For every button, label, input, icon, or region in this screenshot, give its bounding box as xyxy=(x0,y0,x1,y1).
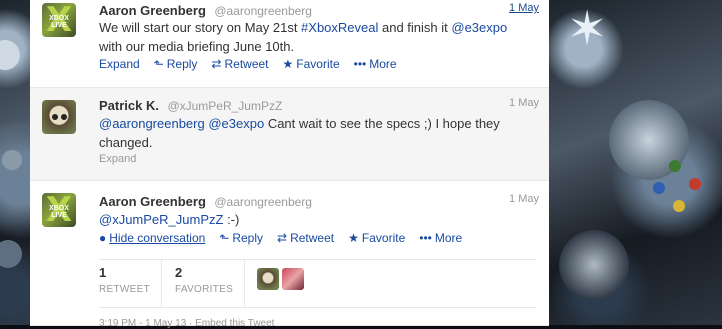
avatar[interactable]: X XBOX LIVE xyxy=(42,193,76,227)
more-label: More xyxy=(434,231,463,245)
favorite-button[interactable]: ★ Favorite xyxy=(283,57,340,71)
tweet[interactable]: X XBOX LIVE Aaron Greenberg @aarongreenb… xyxy=(30,0,549,88)
background-right: ✶ xyxy=(549,0,722,325)
tweet-actions: ● Hide conversation ⬑ Reply ⇄ Retweet ★ Favo… xyxy=(99,231,476,245)
favoriter-avatars xyxy=(257,268,304,290)
retweet-button[interactable]: ⇄ Retweet xyxy=(211,57,268,71)
hide-conversation-label: Hide conversation xyxy=(109,231,206,245)
text-fragment: We will start our story on May 21st xyxy=(99,20,302,35)
retweet-button[interactable]: ⇄ Retweet xyxy=(277,231,334,245)
fullname[interactable]: Aaron Greenberg xyxy=(99,194,206,209)
tweet-text: @xJumPeR_JumPzZ :-) xyxy=(99,210,519,229)
retweet-stat-label: RETWEET xyxy=(99,284,150,295)
tweet-header: Aaron Greenberg @aarongreenberg 1 May xyxy=(99,2,539,18)
background-orb xyxy=(559,230,629,300)
username[interactable]: @aarongreenberg xyxy=(214,195,312,209)
tweet-actions: Expand ⬑ Reply ⇄ Retweet ★ Favorite ••• More xyxy=(99,57,411,71)
timestamp[interactable]: 1 May xyxy=(509,193,539,205)
avatar-eye xyxy=(52,114,58,120)
favorite-label: Favorite xyxy=(361,231,406,245)
tweet-header: Aaron Greenberg @aarongreenberg 1 May xyxy=(99,193,539,209)
tweet-text: We will start our story on May 21st #Xbo… xyxy=(99,18,519,56)
reply-button[interactable]: ⬑ Reply xyxy=(219,231,263,245)
expand-link[interactable]: Expand xyxy=(99,57,140,71)
timestamp[interactable]: 1 May xyxy=(509,97,539,109)
favorite-button[interactable]: ★ Favorite xyxy=(348,231,405,245)
favorites-stat-label: FAVORITES xyxy=(175,284,234,295)
background-button-yellow xyxy=(673,200,685,212)
background-orb xyxy=(0,40,20,70)
background-star-icon: ✶ xyxy=(567,3,608,56)
background-orb xyxy=(2,150,22,170)
timestamp[interactable]: 1 May xyxy=(509,2,539,14)
avatar-label: XBOX LIVE xyxy=(49,205,69,219)
text-fragment: with our media briefing June 10th. xyxy=(99,39,295,54)
background-left xyxy=(0,0,30,325)
speech-bubble-icon: ● xyxy=(99,231,107,245)
mention-link[interactable]: @e3expo xyxy=(451,20,507,35)
avatar[interactable] xyxy=(257,268,279,290)
mention-link[interactable]: @e3expo xyxy=(208,116,264,131)
background-button-green xyxy=(669,160,681,172)
more-label: More xyxy=(369,57,397,71)
favorite-label: Favorite xyxy=(296,57,340,71)
background-orb xyxy=(0,240,22,268)
favorites-stat[interactable]: 2 FAVORITES xyxy=(161,260,245,307)
more-dots-icon: ••• xyxy=(419,231,432,245)
retweet-icon: ⇄ xyxy=(211,57,222,71)
username[interactable]: @xJumPeR_JumPzZ xyxy=(167,99,282,113)
avatar[interactable]: X XBOX LIVE xyxy=(42,3,76,37)
more-button[interactable]: ••• More xyxy=(354,57,397,71)
retweet-count: 1 xyxy=(99,265,107,280)
hashtag-link[interactable]: #XboxReveal xyxy=(301,20,378,35)
tweet-footer: 3:19 PM - 1 May 13 · Embed this Tweet xyxy=(99,318,275,329)
retweet-icon: ⇄ xyxy=(277,231,288,245)
username[interactable]: @aarongreenberg xyxy=(214,4,312,18)
retweet-label: Retweet xyxy=(290,231,335,245)
mention-link[interactable]: @aarongreenberg xyxy=(99,116,205,131)
avatar-label: XBOX LIVE xyxy=(49,15,69,29)
avatar-eye xyxy=(61,114,67,120)
star-icon: ★ xyxy=(348,231,359,245)
tweet-timeline: X XBOX LIVE Aaron Greenberg @aarongreenb… xyxy=(30,0,549,329)
favorites-count: 2 xyxy=(175,265,183,280)
text-fragment: :-) xyxy=(223,212,240,227)
reply-button[interactable]: ⬑ Reply xyxy=(154,57,198,71)
reply-label: Reply xyxy=(166,57,198,71)
mention-link[interactable]: @xJumPeR_JumPzZ xyxy=(99,212,223,227)
text-fragment: and finish it xyxy=(378,20,452,35)
avatar[interactable] xyxy=(42,100,76,134)
fullname[interactable]: Patrick K. xyxy=(99,98,159,113)
background-button-blue xyxy=(653,182,665,194)
reply-icon: ⬑ xyxy=(153,57,164,71)
expand-link[interactable]: Expand xyxy=(99,153,136,165)
fullname[interactable]: Aaron Greenberg xyxy=(99,3,206,18)
retweet-label: Retweet xyxy=(224,57,269,71)
tweet-stats: 1 RETWEET 2 FAVORITES xyxy=(99,259,537,308)
tweet-header: Patrick K. @xJumPeR_JumPzZ 1 May xyxy=(99,97,539,113)
tweet[interactable]: Patrick K. @xJumPeR_JumPzZ 1 May @aarong… xyxy=(30,88,549,181)
star-icon: ★ xyxy=(282,57,294,71)
avatar[interactable] xyxy=(282,268,304,290)
background-button-red xyxy=(689,178,701,190)
reply-icon: ⬑ xyxy=(219,231,230,245)
more-button[interactable]: ••• More xyxy=(419,231,462,245)
tweet-text: @aarongreenberg @e3expo Cant wait to see… xyxy=(99,114,519,152)
hide-conversation-link[interactable]: ● Hide conversation xyxy=(99,231,205,245)
reply-label: Reply xyxy=(232,231,264,245)
more-dots-icon: ••• xyxy=(353,57,367,71)
retweet-stat[interactable]: 1 RETWEET xyxy=(99,260,162,307)
